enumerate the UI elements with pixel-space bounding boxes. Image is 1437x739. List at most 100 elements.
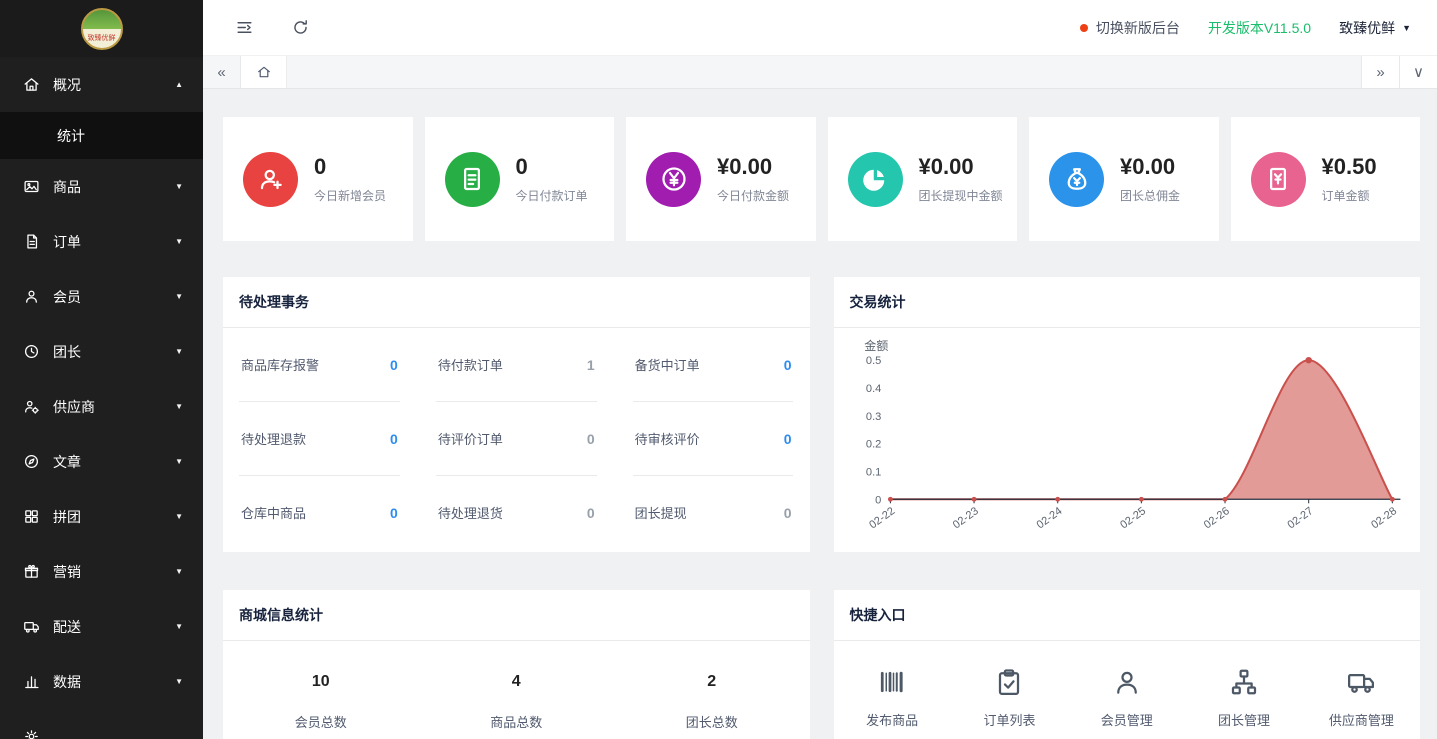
stat-card[interactable]: 0 今日新增会员 xyxy=(223,117,413,241)
quick-entry-label: 团长管理 xyxy=(1218,710,1270,729)
chart-x-tick: 02-28 xyxy=(1369,505,1399,531)
todo-grid: 商品库存报警 0待付款订单 1备货中订单 0待处理退款 0待评价订单 0待审核评… xyxy=(223,328,810,549)
account-menu[interactable]: 致臻优鲜 ▼ xyxy=(1339,18,1411,38)
todo-cell[interactable]: 待处理退款 0 xyxy=(239,402,400,476)
chart-data-point xyxy=(1389,497,1394,502)
transactions-panel: 交易统计 金额00.10.20.30.40.502-2202-2302-2402… xyxy=(834,277,1421,552)
quick-entry-label: 供应商管理 xyxy=(1329,710,1394,729)
menu-fold-icon xyxy=(235,18,254,37)
sidebar-item-suppliers[interactable]: 供应商▼ xyxy=(0,379,203,434)
todo-label: 待评价订单 xyxy=(438,429,503,448)
tab-home[interactable] xyxy=(241,56,287,88)
todo-cell[interactable]: 待处理退货 0 xyxy=(436,476,597,549)
collapse-sidebar-button[interactable] xyxy=(229,13,259,43)
leader-manage-icon xyxy=(1229,667,1259,697)
stat-card[interactable]: ¥0.00 团长提现中金额 xyxy=(828,117,1018,241)
chevron-down-icon: ▼ xyxy=(175,622,183,631)
sidebar-item-label: 团长 xyxy=(53,342,175,362)
quick-entry-item[interactable]: 团长管理 xyxy=(1185,667,1302,729)
todo-cell[interactable]: 待付款订单 1 xyxy=(436,328,597,402)
stat-card[interactable]: ¥0.00 今日付款金额 xyxy=(626,117,816,241)
switch-new-admin-link[interactable]: 切换新版后台 xyxy=(1080,18,1180,38)
tabs-scroll-left-button[interactable]: « xyxy=(203,56,241,88)
stat-card-label: 今日付款订单 xyxy=(516,187,588,204)
tabs-scroll-right-button[interactable]: » xyxy=(1361,56,1399,88)
logo[interactable]: 致臻优鲜 xyxy=(0,0,203,57)
todo-cell[interactable]: 团长提现 0 xyxy=(633,476,794,549)
todo-cell[interactable]: 待审核评价 0 xyxy=(633,402,794,476)
sidebar-menu: 概况▲统计商品▼订单▼会员▼团长▼供应商▼文章▼拼团▼营销▼配送▼数据▼ xyxy=(0,57,203,739)
sidebar-item-leaders[interactable]: 团长▼ xyxy=(0,324,203,379)
quick-entry-item[interactable]: 会员管理 xyxy=(1068,667,1185,729)
sidebar-item-label: 商品 xyxy=(53,177,175,197)
stat-card[interactable]: 0 今日付款订单 xyxy=(425,117,615,241)
house-icon xyxy=(23,76,40,93)
sidebar-item-marketing[interactable]: 营销▼ xyxy=(0,544,203,599)
sidebar-item-label: 供应商 xyxy=(53,397,175,417)
chevron-down-icon: ▼ xyxy=(175,347,183,356)
sidebar-item-groupbuy[interactable]: 拼团▼ xyxy=(0,489,203,544)
dashboard-content: 0 今日新增会员 0 今日付款订单 ¥0.00 今日付款金额 ¥0.00 团长提… xyxy=(203,89,1437,739)
logo-label: 致臻优鲜 xyxy=(88,33,116,43)
mall-stat-value: 2 xyxy=(614,673,810,691)
sidebar-item-goods[interactable]: 商品▼ xyxy=(0,159,203,214)
groupbuy-icon xyxy=(23,508,40,525)
sidebar-item-articles[interactable]: 文章▼ xyxy=(0,434,203,489)
topbar-right: 切换新版后台 开发版本V11.5.0 致臻优鲜 ▼ xyxy=(1080,18,1411,38)
quick-entry-item[interactable]: 供应商管理 xyxy=(1303,667,1420,729)
todo-label: 备货中订单 xyxy=(635,355,700,374)
todo-value: 0 xyxy=(784,357,792,373)
stat-card-label: 团长总佣金 xyxy=(1120,187,1180,204)
stat-card-label: 团长提现中金额 xyxy=(919,187,1003,204)
quick-entry-label: 发布商品 xyxy=(866,710,918,729)
sidebar-item-delivery[interactable]: 配送▼ xyxy=(0,599,203,654)
chevron-up-icon: ▲ xyxy=(175,80,183,89)
chart-data-point xyxy=(1305,357,1311,363)
stat-card-label: 今日新增会员 xyxy=(314,187,386,204)
chart-y-tick: 0 xyxy=(875,494,881,506)
version-link[interactable]: 开发版本V11.5.0 xyxy=(1208,18,1311,38)
stat-card[interactable]: ¥0.00 团长总佣金 xyxy=(1029,117,1219,241)
todo-value: 0 xyxy=(587,505,595,521)
stat-card-info: 0 今日付款订单 xyxy=(516,154,588,204)
chart-y-tick: 0.4 xyxy=(865,383,880,395)
sidebar-item-label: 订单 xyxy=(53,232,175,252)
mall-stats-title: 商城信息统计 xyxy=(223,590,810,641)
member-icon xyxy=(23,288,40,305)
sidebar-item-members[interactable]: 会员▼ xyxy=(0,269,203,324)
sidebar-subitem-stats[interactable]: 统计 xyxy=(0,112,203,159)
sidebar-item-label: 数据 xyxy=(53,672,175,692)
stat-card[interactable]: ¥0.50 订单金额 xyxy=(1231,117,1421,241)
refresh-button[interactable] xyxy=(285,13,315,43)
paid-amount-icon xyxy=(659,164,689,194)
chart-x-tick: 02-25 xyxy=(1118,505,1148,531)
todo-label: 待处理退款 xyxy=(241,429,306,448)
tabs-menu-button[interactable]: ∨ xyxy=(1399,56,1437,88)
sidebar-item-more[interactable] xyxy=(0,709,203,739)
supplier-manage-icon xyxy=(1346,667,1376,697)
panels-row-2: 商城信息统计 10 会员总数4 商品总数2 团长总数 快捷入口 发布商品订单列表… xyxy=(223,590,1420,739)
transactions-chart-wrap: 金额00.10.20.30.40.502-2202-2302-2402-2502… xyxy=(834,328,1421,552)
chart-data-point xyxy=(971,497,976,502)
todo-cell[interactable]: 商品库存报警 0 xyxy=(239,328,400,402)
quick-entry-item[interactable]: 订单列表 xyxy=(951,667,1068,729)
member-manage-icon xyxy=(1112,667,1142,697)
todo-value: 0 xyxy=(390,357,398,373)
stat-card-info: ¥0.00 团长总佣金 xyxy=(1120,154,1180,204)
todo-value: 1 xyxy=(587,357,595,373)
sidebar-item-orders[interactable]: 订单▼ xyxy=(0,214,203,269)
order-amount-icon xyxy=(1263,164,1293,194)
todo-label: 团长提现 xyxy=(635,503,687,522)
mall-stats-panel: 商城信息统计 10 会员总数4 商品总数2 团长总数 xyxy=(223,590,810,739)
sidebar-item-overview[interactable]: 概况▲ xyxy=(0,57,203,112)
todo-cell[interactable]: 待评价订单 0 xyxy=(436,402,597,476)
topbar: 切换新版后台 开发版本V11.5.0 致臻优鲜 ▼ xyxy=(203,0,1437,56)
chart-y-tick: 0.2 xyxy=(865,439,880,451)
sidebar-item-data[interactable]: 数据▼ xyxy=(0,654,203,709)
todo-cell[interactable]: 备货中订单 0 xyxy=(633,328,794,402)
todo-cell[interactable]: 仓库中商品 0 xyxy=(239,476,400,549)
todo-value: 0 xyxy=(784,431,792,447)
todo-value: 0 xyxy=(390,431,398,447)
stat-card-info: ¥0.50 订单金额 xyxy=(1322,154,1377,204)
quick-entry-item[interactable]: 发布商品 xyxy=(834,667,951,729)
